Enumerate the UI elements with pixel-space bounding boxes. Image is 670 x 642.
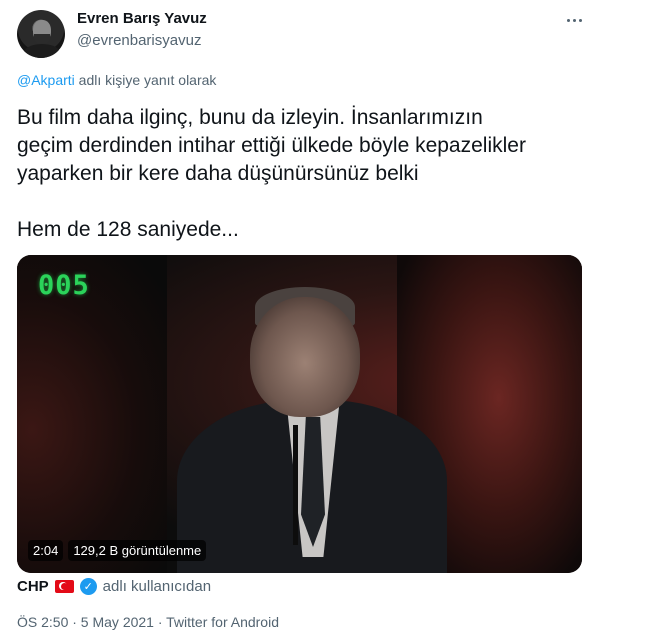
tweet: Evren Barış Yavuz @evrenbarisyavuz @Akpa… xyxy=(0,0,670,642)
reply-context-text: adlı kişiye yanıt olarak xyxy=(74,72,217,88)
video-counter-overlay: 005 xyxy=(38,270,90,301)
author-handle[interactable]: @evrenbarisyavuz xyxy=(77,32,201,49)
tweet-text-line: Hem de 128 saniyede... xyxy=(17,218,239,241)
reply-mention-link[interactable]: @Akparti xyxy=(17,72,75,88)
avatar-body-shape xyxy=(23,44,61,58)
tweet-text-line: geçim derdinden intihar ettiği ülkede bö… xyxy=(17,134,526,157)
more-options-icon[interactable] xyxy=(562,8,586,32)
video-views-badge: 129,2 B görüntülenme xyxy=(68,540,207,561)
tweet-text-line: yaparken bir kere daha düşünürsünüz belk… xyxy=(17,162,419,185)
reply-context: @Akparti adlı kişiye yanıt olarak xyxy=(17,72,216,88)
verified-badge-icon: ✓ xyxy=(79,578,97,595)
video-source-suffix: adlı kullanıcıdan xyxy=(102,578,212,595)
video-badges: 2:04 129,2 B görüntülenme xyxy=(28,540,207,561)
video-source: CHP ✓ adlı kullanıcıdan xyxy=(17,578,211,595)
avatar[interactable] xyxy=(17,10,65,58)
video-speaker-head xyxy=(250,297,360,417)
author-name[interactable]: Evren Barış Yavuz xyxy=(77,10,207,27)
avatar-beard-shape xyxy=(34,34,50,44)
tweet-text: Bu film daha ilginç, bunu da izleyin. İn… xyxy=(17,104,617,244)
video-microphone xyxy=(293,425,298,545)
video-duration-badge: 2:04 xyxy=(28,540,64,561)
video-player[interactable]: 005 2:04 129,2 B görüntülenme xyxy=(17,255,582,573)
turkey-flag-icon xyxy=(54,580,74,593)
video-source-name[interactable]: CHP xyxy=(17,578,49,595)
tweet-text-line: Bu film daha ilginç, bunu da izleyin. İn… xyxy=(17,106,483,129)
tweet-timestamp[interactable]: ÖS 2:50 · 5 May 2021 · Twitter for Andro… xyxy=(17,614,279,630)
video-background-left xyxy=(17,255,167,573)
